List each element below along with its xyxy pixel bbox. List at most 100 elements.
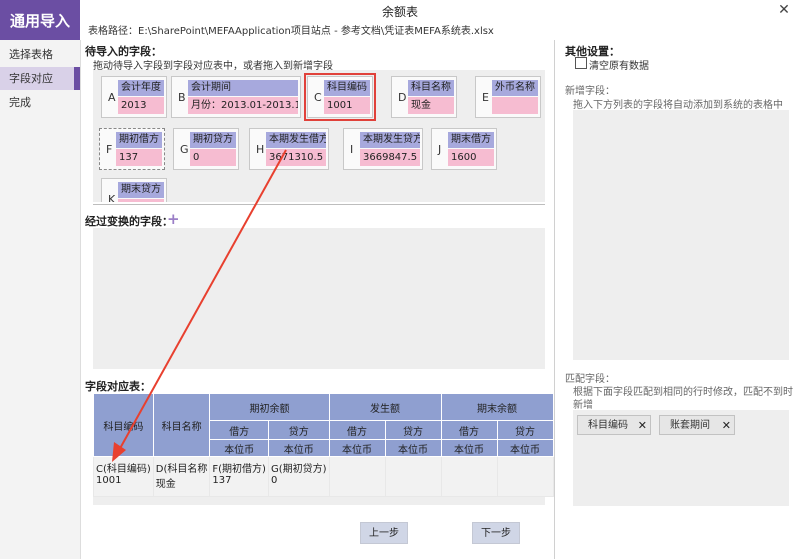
- mapped-cell-opening-debit[interactable]: F(期初借方) 137: [209, 456, 269, 497]
- field-value: [118, 199, 164, 202]
- field-card[interactable]: D 科目名称 现金: [391, 76, 457, 118]
- mapping-table: 科目编码 科目名称 期初余额 发生额 期末余额 借方 贷方 借方 贷方 借方 贷…: [93, 393, 554, 497]
- field-name: 期初贷方: [190, 132, 236, 148]
- transformed-fields-area: [93, 228, 545, 369]
- mapped-field-value: 0: [270, 475, 278, 486]
- match-fields-hint-cont: 新增: [573, 400, 593, 411]
- clear-data-checkbox[interactable]: [575, 57, 587, 69]
- header-credit: 贷方: [384, 420, 442, 440]
- header-debit: 借方: [440, 420, 498, 440]
- field-name: 科目编码: [324, 80, 370, 96]
- field-value: 1001: [324, 97, 370, 114]
- header-group-opening: 期初余额: [209, 393, 330, 421]
- sidebar: 选择表格 字段对应 完成: [0, 40, 81, 559]
- divider: [93, 204, 545, 205]
- header-currency: 本位币: [209, 439, 269, 457]
- close-button[interactable]: ✕: [774, 2, 794, 20]
- field-name: 会计年度: [118, 80, 164, 96]
- field-letter: D: [398, 91, 407, 104]
- field-value: 0: [190, 149, 236, 166]
- empty-cell[interactable]: [384, 456, 442, 497]
- clear-data-label: 清空原有数据: [589, 61, 649, 72]
- field-letter: E: [482, 91, 489, 104]
- field-value: 月份：2013.01-2013.12: [188, 97, 298, 114]
- field-card[interactable]: C 科目编码 1001: [304, 73, 376, 121]
- field-card[interactable]: F 期初借方 137: [99, 128, 165, 170]
- chip-label: 科目编码: [588, 420, 628, 431]
- transformed-fields-title: 经过变换的字段：: [85, 215, 173, 228]
- field-card[interactable]: E 外币名称: [475, 76, 541, 118]
- file-path-value: E:\SharePoint\MEFAApplication项目站点 - 参考文档…: [138, 26, 494, 37]
- field-card[interactable]: H 本期发生借方 3671310.5: [249, 128, 329, 170]
- sidebar-item-finish[interactable]: 完成: [0, 91, 80, 114]
- field-card[interactable]: J 期末借方 1600: [431, 128, 497, 170]
- match-chip-period[interactable]: 账套期间 ✕: [659, 415, 735, 435]
- field-letter: J: [438, 143, 442, 156]
- empty-cell[interactable]: [440, 456, 498, 497]
- field-letter: I: [350, 143, 354, 156]
- field-value: 3669847.5: [360, 149, 420, 166]
- field-value: 1600: [448, 149, 494, 166]
- field-name: 本期发生贷方: [360, 132, 420, 148]
- close-icon: ✕: [778, 2, 790, 18]
- file-path-label: 表格路径：: [88, 26, 138, 37]
- header-currency: 本位币: [267, 439, 330, 457]
- header-credit: 贷方: [267, 420, 330, 440]
- mapped-field-value: 1001: [96, 475, 122, 486]
- new-fields-title: 新增字段：: [565, 86, 615, 97]
- panel-divider: [554, 40, 555, 559]
- mapped-field-value: 137: [212, 475, 232, 486]
- field-letter: B: [178, 91, 186, 104]
- field-letter: F: [106, 143, 113, 156]
- field-name: 会计期间: [188, 80, 298, 96]
- next-button[interactable]: 下一步: [472, 522, 520, 544]
- sidebar-item-field-mapping[interactable]: 字段对应: [0, 67, 80, 90]
- new-fields-area[interactable]: [573, 110, 789, 360]
- field-name: 科目名称: [408, 80, 454, 96]
- new-fields-hint: 拖入下方列表的字段将自动添加到系统的表格中: [573, 100, 783, 111]
- header-group-closing: 期末余额: [440, 393, 554, 421]
- prev-button[interactable]: 上一步: [360, 522, 408, 544]
- header-currency: 本位币: [496, 439, 554, 457]
- header-currency: 本位币: [384, 439, 442, 457]
- empty-cell[interactable]: [328, 456, 386, 497]
- window-title: 余额表: [381, 5, 418, 19]
- add-transform-icon[interactable]: +: [167, 210, 180, 228]
- header-debit: 借方: [209, 420, 269, 440]
- mapped-field-name: C(科目编码): [96, 464, 151, 475]
- header-credit: 贷方: [496, 420, 554, 440]
- field-name: 本期发生借方: [266, 132, 326, 148]
- mapped-field-value: 现金: [155, 479, 176, 490]
- field-value: 2013: [118, 97, 164, 114]
- field-value: 现金: [408, 97, 454, 114]
- field-card[interactable]: I 本期发生贷方 3669847.5: [343, 128, 423, 170]
- field-value: [492, 97, 538, 114]
- header-group-activity: 发生额: [328, 393, 442, 421]
- field-card[interactable]: G 期初贷方 0: [173, 128, 239, 170]
- field-name: 期末贷方: [118, 182, 164, 198]
- header-currency: 本位币: [328, 439, 386, 457]
- header-debit: 借方: [328, 420, 386, 440]
- mapped-field-name: D(科目名称: [155, 464, 208, 475]
- mapped-cell-subject-code[interactable]: C(科目编码) 1001: [93, 456, 154, 497]
- header-subject-code: 科目编码: [93, 393, 154, 457]
- chip-label: 账套期间: [670, 420, 710, 431]
- sidebar-item-select-table[interactable]: 选择表格: [0, 43, 80, 66]
- header-subject-name: 科目名称: [152, 393, 211, 457]
- field-card[interactable]: K 期末贷方: [101, 178, 167, 202]
- match-fields-hint: 根据下面字段匹配到相同的行时修改，匹配不到时: [573, 387, 793, 398]
- match-chip-subject-code[interactable]: 科目编码 ✕: [577, 415, 651, 435]
- field-letter: C: [314, 91, 322, 104]
- mapping-table-title: 字段对应表：: [85, 380, 151, 393]
- remove-icon[interactable]: ✕: [722, 416, 731, 436]
- pending-fields-area: A 会计年度 2013 B 会计期间 月份：2013.01-2013.12 C 科目编码 100…: [93, 70, 545, 202]
- field-letter: A: [108, 91, 116, 104]
- field-name: 期初借方: [116, 132, 162, 148]
- remove-icon[interactable]: ✕: [638, 416, 647, 436]
- field-card[interactable]: B 会计期间 月份：2013.01-2013.12: [171, 76, 301, 118]
- field-value: 3671310.5: [266, 149, 326, 166]
- field-card[interactable]: A 会计年度 2013: [101, 76, 167, 118]
- empty-cell[interactable]: [496, 456, 554, 497]
- mapped-cell-opening-credit[interactable]: G(期初贷方) 0: [267, 456, 330, 497]
- mapped-cell-subject-name[interactable]: D(科目名称 现金: [152, 456, 211, 497]
